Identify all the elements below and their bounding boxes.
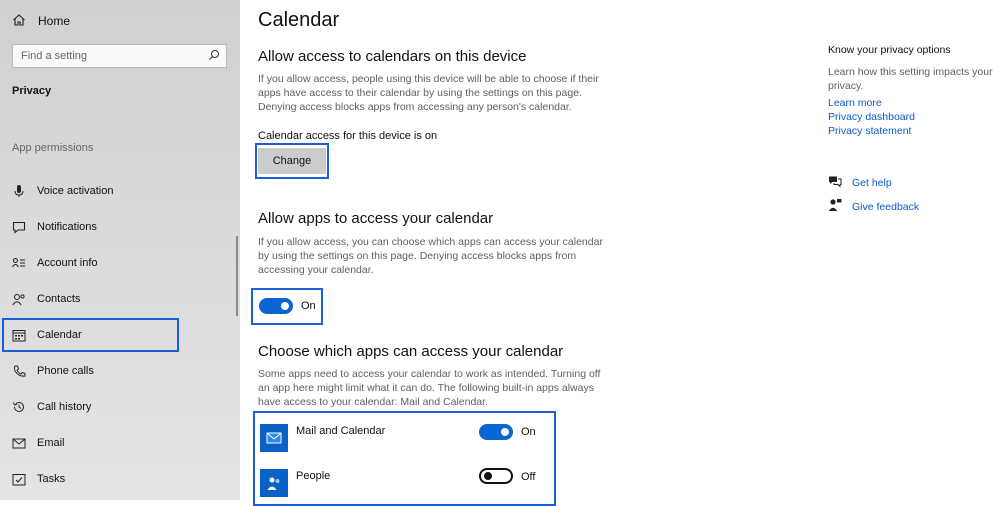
sidebar-item-tasks[interactable]: Tasks <box>0 464 240 494</box>
sidebar-item-label: Contacts <box>37 293 81 305</box>
get-help-label: Get help <box>852 177 892 189</box>
app-name: People <box>296 470 331 482</box>
app-toggle-label: On <box>521 426 536 438</box>
notification-icon <box>11 221 27 234</box>
change-button-highlight <box>255 143 329 179</box>
sidebar-item-label: Email <box>37 437 65 449</box>
home-label: Home <box>38 14 71 28</box>
privacy-options-description: Learn how this setting impacts your priv… <box>828 66 993 92</box>
sidebar-item-voice-activation[interactable]: Voice activation <box>0 176 240 206</box>
give-feedback-link[interactable]: Give feedback <box>828 198 919 215</box>
home-icon <box>12 13 26 30</box>
sidebar-item-label: Call history <box>37 401 92 413</box>
sidebar-item-email[interactable]: Email <box>0 428 240 458</box>
account-info-icon <box>11 257 27 269</box>
device-access-status: Calendar access for this device is on <box>258 130 438 142</box>
section-title: Privacy <box>12 85 52 97</box>
sidebar-item-label: Notifications <box>37 221 97 233</box>
get-help-link[interactable]: Get help <box>828 175 892 191</box>
phone-icon <box>11 365 27 378</box>
sidebar-item-phone-calls[interactable]: Phone calls <box>0 356 240 386</box>
privacy-dashboard-link[interactable]: Privacy dashboard <box>828 111 915 123</box>
sidebar-item-notifications[interactable]: Notifications <box>0 212 240 242</box>
people-toggle[interactable] <box>479 468 513 484</box>
email-icon <box>11 438 27 449</box>
microphone-icon <box>11 184 27 198</box>
search-icon[interactable] <box>208 49 220 64</box>
search-placeholder: Find a setting <box>21 50 88 62</box>
sidebar-item-label: Account info <box>37 257 98 269</box>
sidebar-item-label: Voice activation <box>37 185 114 197</box>
tasks-icon <box>11 473 27 486</box>
sidebar-item-calendar[interactable]: Calendar <box>0 318 240 352</box>
help-chat-icon <box>828 175 842 191</box>
contacts-icon <box>11 293 27 306</box>
privacy-statement-link[interactable]: Privacy statement <box>828 125 911 137</box>
sidebar-item-label: Phone calls <box>37 365 94 377</box>
mail-calendar-icon <box>260 424 288 452</box>
calendar-icon <box>11 329 27 342</box>
sidebar-item-label: Tasks <box>37 473 66 485</box>
device-access-heading: Allow access to calendars on this device <box>258 48 527 65</box>
privacy-options-title: Know your privacy options <box>828 44 951 56</box>
people-icon <box>260 469 288 497</box>
give-feedback-label: Give feedback <box>852 200 920 213</box>
history-icon <box>11 400 27 414</box>
apps-access-heading: Allow apps to access your calendar <box>258 210 494 227</box>
app-toggle-label: Off <box>521 471 536 483</box>
learn-more-link[interactable]: Learn more <box>828 97 882 109</box>
sidebar-item-contacts[interactable]: Contacts <box>0 284 240 314</box>
sidebar: Home Find a setting Privacy App permissi… <box>0 0 240 500</box>
choose-apps-description: Some apps need to access your calendar t… <box>258 368 601 408</box>
app-name: Mail and Calendar <box>296 425 386 437</box>
apps-toggle-highlight <box>251 288 323 325</box>
choose-apps-heading: Choose which apps can access your calend… <box>258 343 564 360</box>
device-access-description: If you allow access, people using this d… <box>258 73 599 113</box>
sidebar-item-call-history[interactable]: Call history <box>0 392 240 422</box>
sidebar-item-account-info[interactable]: Account info <box>0 248 240 278</box>
feedback-icon <box>828 198 842 215</box>
apps-access-description: If you allow access, you can choose whic… <box>258 236 603 276</box>
sidebar-item-label: Calendar <box>37 329 82 341</box>
mail-calendar-toggle[interactable] <box>479 424 513 440</box>
page-title: Calendar <box>258 9 340 31</box>
sidebar-scrollbar[interactable] <box>236 236 238 316</box>
group-label: App permissions <box>12 142 94 154</box>
search-input[interactable]: Find a setting <box>12 44 227 68</box>
home-nav-item[interactable]: Home <box>12 11 70 31</box>
